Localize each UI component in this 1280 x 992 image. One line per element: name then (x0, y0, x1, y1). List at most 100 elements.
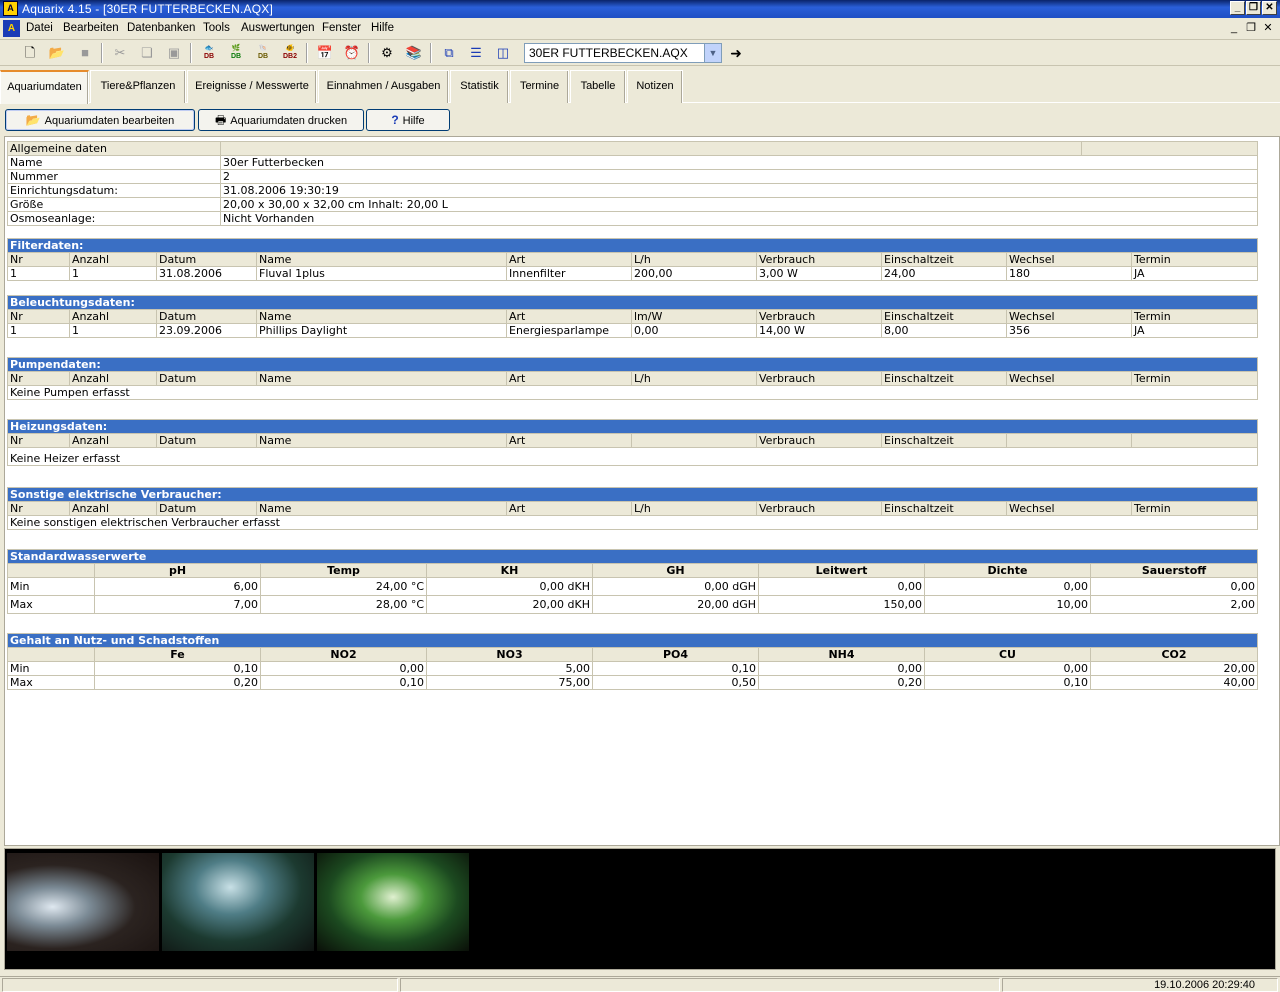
edit-aquarium-button[interactable]: 📂 Aquariumdaten bearbeiten (5, 109, 195, 131)
tab-notizen[interactable]: Notizen (627, 70, 683, 103)
restore-icon[interactable]: ❐ (1246, 1, 1261, 15)
table-cell: Min (7, 661, 95, 676)
action-bar: 📂 Aquariumdaten bearbeiten 🖶 Aquariumdaten… (0, 104, 1280, 136)
table-cell: 75,00 (426, 675, 593, 690)
file-select-combo[interactable]: 30ER FUTTERBECKEN.AQX ▼ (524, 43, 722, 63)
save-icon[interactable]: ■ (75, 43, 95, 63)
database-other-icon[interactable]: 🐚 DB (253, 43, 273, 63)
tab-statistik[interactable]: Statistik (450, 70, 509, 103)
column-header: Einschaltzeit (881, 371, 1007, 386)
column-header: Anzahl (69, 433, 157, 448)
field-label: Nummer (7, 169, 221, 184)
new-file-icon[interactable]: 🗋 (20, 43, 40, 63)
minimize-icon[interactable]: _ (1230, 1, 1245, 15)
database-2-icon[interactable]: 🐠 DB2 (280, 43, 300, 63)
chevron-down-icon[interactable]: ▼ (704, 44, 721, 62)
column-header: Nr (7, 433, 70, 448)
paste-icon[interactable]: ▣ (164, 43, 184, 63)
table-header-row: Nr Anzahl Datum Name Art lm/W Verbrauch Einscha… (7, 309, 1259, 324)
column-header: Einschaltzeit (881, 309, 1007, 324)
field-value: 31.08.2006 19:30:19 (220, 183, 1258, 198)
column-header: Nr (7, 309, 70, 324)
column-header: Verbrauch (756, 433, 882, 448)
menu-bearbeiten[interactable]: Bearbeiten (63, 22, 119, 34)
table-cell: 2,00 (1090, 595, 1258, 614)
table-cell: 20,00 dKH (426, 595, 593, 614)
field-label: Osmoseanlage: (7, 211, 221, 226)
table-cell: Fluval 1plus (256, 266, 507, 281)
menu-fenster[interactable]: Fenster (322, 22, 361, 34)
section-title: Gehalt an Nutz- und Schadstoffen (6, 633, 1259, 648)
database-plants-icon[interactable]: 🌿 DB (226, 43, 246, 63)
tab-ereignisse-messwerte[interactable]: Ereignisse / Messwerte (187, 70, 317, 103)
copy-icon[interactable]: ❏ (137, 43, 157, 63)
table-cell: 1 (69, 323, 157, 338)
menu-auswertungen[interactable]: Auswertungen (241, 22, 315, 34)
mdi-minimize-icon[interactable]: _ (1226, 21, 1242, 35)
column-header (1006, 433, 1132, 448)
column-header: L/h (631, 501, 757, 516)
field-value: 30er Futterbecken (220, 155, 1258, 170)
alarm-clock-icon[interactable]: ⏰ (342, 43, 362, 63)
window-title: Aquarix 4.15 - [30ER FUTTERBECKEN.AQX] (22, 2, 274, 16)
aquarium-photo-2[interactable] (162, 853, 314, 951)
tab-aquariumdaten[interactable]: Aquariumdaten (0, 70, 89, 104)
aquarium-photo-3[interactable] (317, 853, 469, 951)
table-cell: 0,00 (758, 577, 925, 596)
table-cell: 24,00 (881, 266, 1007, 281)
open-folder-icon[interactable]: 📂 (47, 43, 67, 63)
tile-vertical-icon[interactable]: ◫ (493, 43, 513, 63)
go-arrow-icon[interactable]: ➜ (727, 43, 745, 63)
column-header: Einschaltzeit (881, 433, 1007, 448)
cut-icon[interactable]: ✂ (110, 43, 130, 63)
tab-tabelle[interactable]: Tabelle (570, 70, 626, 103)
aquarium-app-icon[interactable]: A (3, 1, 18, 16)
calendar-icon[interactable]: 📅 (315, 43, 335, 63)
heater-table: Heizungsdaten: Nr Anzahl Datum Name Art Verbra… (6, 419, 1259, 466)
column-header: Anzahl (69, 252, 157, 267)
edit-aquarium-label: Aquariumdaten bearbeiten (44, 115, 175, 127)
table-cell: 1 (7, 266, 70, 281)
table-cell: 8,00 (881, 323, 1007, 338)
table-header-row: Nr Anzahl Datum Name Art L/h Verbrauch Einschal… (7, 371, 1258, 386)
column-header: Anzahl (69, 371, 157, 386)
column-header: Datum (156, 371, 257, 386)
empty-message: Keine sonstigen elektrischen Verbraucher… (6, 515, 1259, 530)
mdi-restore-icon[interactable]: ❐ (1243, 21, 1259, 35)
nutrients-table: Gehalt an Nutz- und Schadstoffen Fe NO2 NO3… (6, 633, 1259, 690)
tile-horizontal-icon[interactable]: ☰ (466, 43, 486, 63)
table-cell: 180 (1006, 266, 1132, 281)
column-header (1130, 433, 1259, 448)
column-header: Termin (1130, 252, 1259, 267)
field-value: Nicht Vorhanden (220, 211, 1258, 226)
print-aquarium-button[interactable]: 🖶 Aquariumdaten drucken (198, 109, 364, 131)
help-button[interactable]: ? Hilfe (366, 109, 450, 131)
tab-einnahmen-ausgaben[interactable]: Einnahmen / Ausgaben (318, 70, 449, 103)
document-icon[interactable]: A (3, 20, 20, 37)
book-icon[interactable]: 📚 (404, 43, 424, 63)
column-header: NO2 (260, 647, 427, 662)
menu-datenbanken[interactable]: Datenbanken (127, 22, 195, 34)
close-icon[interactable]: ✕ (1262, 1, 1277, 15)
water-values-table: Standardwasserwerte pH Temp KH GH Leitwert Dic… (7, 549, 1258, 614)
column-header: Name (256, 252, 507, 267)
lighting-table: Beleuchtungsdaten: Nr Anzahl Datum Name Art lm… (6, 295, 1259, 338)
table-cell: 0,20 (758, 675, 925, 690)
tab-termine[interactable]: Termine (510, 70, 569, 103)
cascade-windows-icon[interactable]: ⧉ (439, 43, 459, 63)
mdi-close-icon[interactable]: ✕ (1260, 21, 1276, 35)
menu-hilfe[interactable]: Hilfe (371, 22, 394, 34)
table-header-row: pH Temp KH GH Leitwert Dichte Sauerstoff (7, 563, 1258, 578)
tab-tiere-pflanzen[interactable]: Tiere&Pflanzen (90, 70, 186, 103)
filter-table: Filterdaten: Nr Anzahl Datum Name Art L/h Verbr… (6, 238, 1259, 281)
menu-datei[interactable]: Datei (26, 22, 53, 34)
table-cell: 24,00 °C (260, 577, 427, 596)
menu-tools[interactable]: Tools (203, 22, 230, 34)
database-fish-icon[interactable]: 🐟 DB (199, 43, 219, 63)
table-row: Min 6,00 24,00 °C 0,00 dKH 0,00 dGH 0,00 0,00 0… (7, 577, 1258, 596)
aquarium-photo-1[interactable] (7, 853, 159, 951)
settings-gear-icon[interactable]: ⚙ (377, 43, 397, 63)
table-cell: 20,00 dGH (592, 595, 759, 614)
column-header: Einschaltzeit (881, 252, 1007, 267)
column-header: PO4 (592, 647, 759, 662)
